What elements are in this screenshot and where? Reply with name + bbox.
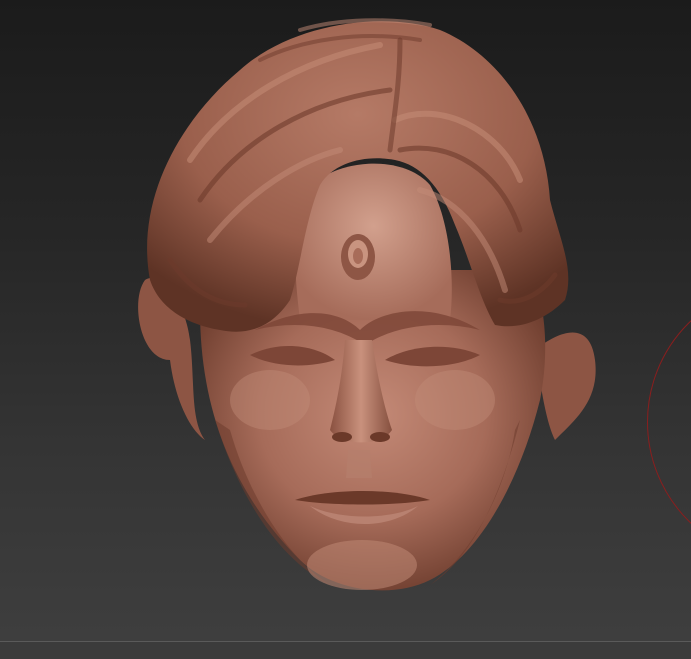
chin <box>307 540 417 590</box>
sculpt-canvas[interactable] <box>0 0 691 659</box>
head-model[interactable] <box>138 18 596 591</box>
left-cheek <box>230 370 310 430</box>
viewport-bottom-edge <box>0 641 691 659</box>
sculpt-viewport[interactable] <box>0 0 691 659</box>
right-cheek <box>415 370 495 430</box>
